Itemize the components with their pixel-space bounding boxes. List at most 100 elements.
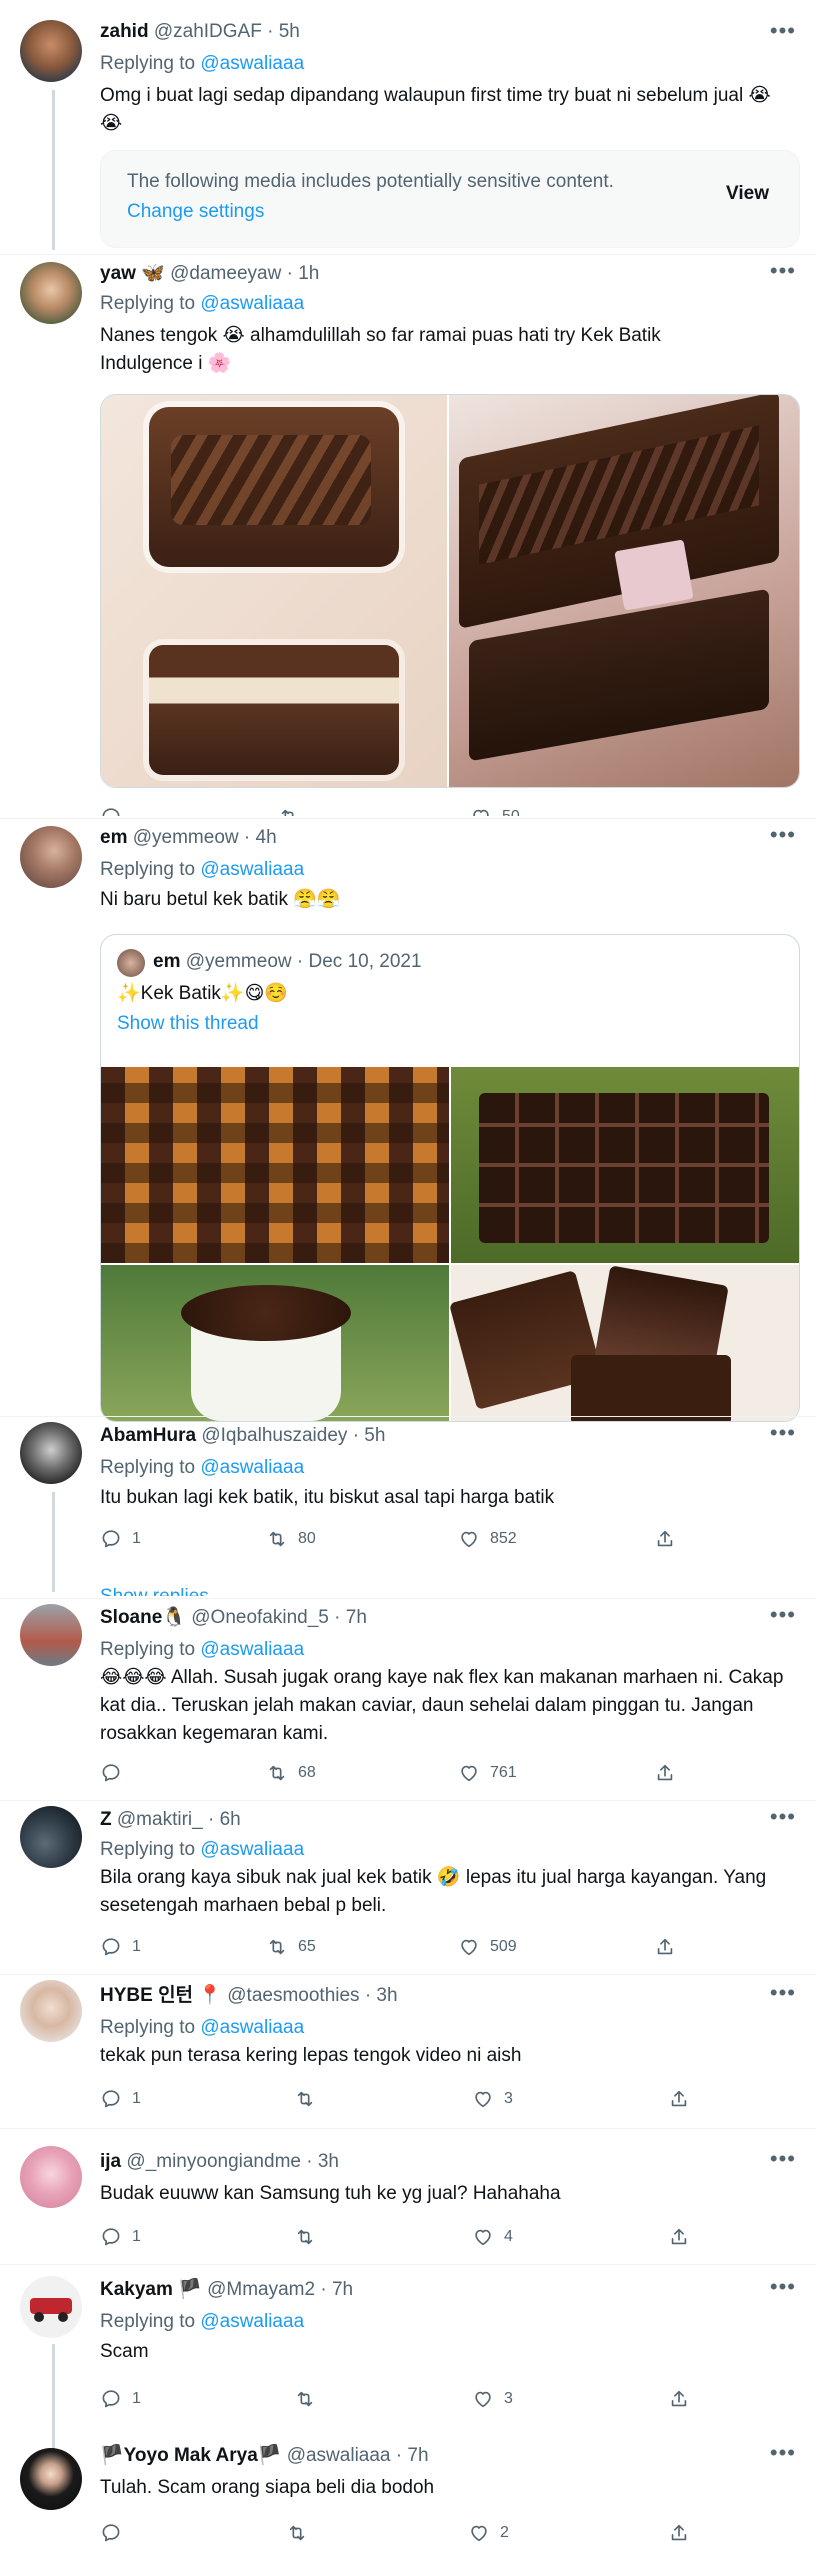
mention-link[interactable]: @aswaliaaa — [200, 53, 304, 74]
avatar[interactable] — [20, 2448, 82, 2510]
mention-link[interactable]: @aswaliaaa — [200, 2017, 304, 2038]
timestamp[interactable]: · 7h — [334, 1607, 367, 1628]
author-row[interactable]: em @yemmeow · 4h — [100, 826, 277, 850]
display-name[interactable]: zahid — [100, 21, 149, 42]
handle[interactable]: @aswaliaaa — [287, 2445, 391, 2466]
mention-link[interactable]: @aswaliaaa — [200, 1457, 304, 1478]
display-name[interactable]: ija — [100, 2151, 121, 2172]
reply-icon[interactable] — [100, 806, 122, 816]
avatar[interactable] — [20, 2146, 82, 2208]
more-icon[interactable]: ••• — [770, 1602, 796, 1628]
timestamp[interactable]: · 3h — [306, 2151, 339, 2172]
share-button[interactable] — [668, 2226, 690, 2248]
handle[interactable]: @maktiri_ — [117, 1809, 203, 1830]
avatar[interactable] — [20, 1980, 82, 2042]
avatar[interactable] — [20, 1604, 82, 1666]
reply-button[interactable]: 1 — [100, 2088, 141, 2110]
retweet-button[interactable] — [294, 2388, 316, 2410]
timestamp[interactable]: · 1h — [287, 263, 320, 284]
media-photo[interactable] — [451, 1067, 799, 1263]
reply-button[interactable]: 1 — [100, 2388, 141, 2410]
timestamp[interactable]: · 6h — [208, 1809, 241, 1830]
handle[interactable]: @yemmeow — [133, 827, 239, 848]
more-icon[interactable]: ••• — [770, 822, 796, 848]
timestamp[interactable]: · 4h — [244, 827, 277, 848]
author-row[interactable]: Kakyam 🏴 @Mmayam2 · 7h — [100, 2278, 353, 2302]
display-name[interactable]: Sloane🐧 — [100, 1607, 186, 1628]
share-button[interactable] — [668, 2388, 690, 2410]
quote-date[interactable]: · Dec 10, 2021 — [297, 951, 422, 972]
more-icon[interactable]: ••• — [770, 1980, 796, 2006]
mention-link[interactable]: @aswaliaaa — [200, 1639, 304, 1660]
avatar[interactable] — [20, 2276, 82, 2338]
share-button[interactable] — [654, 1936, 676, 1958]
share-button[interactable] — [654, 1762, 676, 1784]
show-replies-link[interactable]: Show replies — [100, 1586, 209, 1596]
reply-button[interactable]: 1 — [100, 2226, 141, 2248]
mention-link[interactable]: @aswaliaaa — [200, 859, 304, 880]
show-thread-link[interactable]: Show this thread — [117, 1013, 259, 1035]
media-photo[interactable] — [448, 1265, 799, 1421]
media-photo[interactable] — [449, 395, 799, 787]
quote-name[interactable]: em — [153, 951, 180, 972]
timestamp[interactable]: · 5h — [353, 1425, 386, 1446]
author-row[interactable]: Sloane🐧 @Oneofakind_5 · 7h — [100, 1606, 367, 1630]
author-row[interactable]: Z @maktiri_ · 6h — [100, 1808, 241, 1832]
more-icon[interactable]: ••• — [770, 18, 796, 44]
retweet-button[interactable]: 68 — [266, 1762, 316, 1784]
reply-button[interactable]: 1 — [100, 1528, 141, 1550]
author-row[interactable]: 🏴Yoyo Mak Arya🏴 @aswaliaaa · 7h — [100, 2444, 429, 2468]
quote-handle[interactable]: @yemmeow — [186, 951, 292, 972]
media-photo[interactable] — [101, 395, 447, 787]
retweet-button[interactable] — [294, 2088, 316, 2110]
media-photo[interactable] — [101, 1067, 449, 1263]
author-row[interactable]: yaw 🦋 @dameeyaw · 1h — [100, 262, 319, 286]
handle[interactable]: @Iqbalhuszaidey — [201, 1425, 347, 1446]
avatar[interactable] — [20, 826, 82, 888]
display-name[interactable]: HYBE 인턴 📍 — [100, 1985, 222, 2006]
like-button[interactable]: 509 — [458, 1936, 517, 1958]
heart-icon[interactable]: 50 — [470, 806, 520, 816]
change-settings-link[interactable]: Change settings — [127, 201, 264, 223]
more-icon[interactable]: ••• — [770, 2274, 796, 2300]
more-icon[interactable]: ••• — [770, 2440, 796, 2466]
author-row[interactable]: AbamHura @Iqbalhuszaidey · 5h — [100, 1424, 385, 1448]
share-button[interactable] — [668, 2522, 690, 2544]
share-button[interactable] — [668, 2088, 690, 2110]
handle[interactable]: @_minyoongiandme — [126, 2151, 301, 2172]
retweet-button[interactable] — [286, 2522, 308, 2544]
retweet-button[interactable]: 65 — [266, 1936, 316, 1958]
like-button[interactable]: 3 — [472, 2088, 513, 2110]
quote-avatar[interactable] — [117, 949, 145, 977]
timestamp[interactable]: · 5h — [267, 21, 300, 42]
avatar[interactable] — [20, 20, 82, 82]
author-row[interactable]: HYBE 인턴 📍 @taesmoothies · 3h — [100, 1984, 398, 2008]
more-icon[interactable]: ••• — [770, 258, 796, 284]
tweet-media-grid[interactable] — [100, 394, 800, 788]
mention-link[interactable]: @aswaliaaa — [200, 2311, 304, 2332]
reply-button[interactable] — [100, 1762, 132, 1784]
timestamp[interactable]: · 7h — [396, 2445, 429, 2466]
reply-button[interactable] — [100, 2522, 122, 2544]
display-name[interactable]: AbamHura — [100, 1425, 196, 1446]
like-button[interactable]: 4 — [472, 2226, 513, 2248]
handle[interactable]: @taesmoothies — [227, 1985, 359, 2006]
view-button[interactable]: View — [726, 183, 769, 205]
display-name[interactable]: Kakyam 🏴 — [100, 2279, 202, 2300]
handle[interactable]: @Oneofakind_5 — [191, 1607, 329, 1628]
reply-button[interactable]: 1 — [100, 1936, 141, 1958]
more-icon[interactable]: ••• — [770, 1420, 796, 1446]
avatar[interactable] — [20, 262, 82, 324]
quoted-tweet[interactable]: em @yemmeow · Dec 10, 2021 ✨Kek Batik✨😋☺… — [100, 934, 800, 1422]
display-name[interactable]: Z — [100, 1809, 112, 1830]
display-name[interactable]: yaw 🦋 — [100, 263, 165, 284]
handle[interactable]: @zahIDGAF — [154, 21, 262, 42]
handle[interactable]: @dameeyaw — [170, 263, 281, 284]
display-name[interactable]: 🏴Yoyo Mak Arya🏴 — [100, 2445, 281, 2466]
more-icon[interactable]: ••• — [770, 2146, 796, 2172]
mention-link[interactable]: @aswaliaaa — [200, 1839, 304, 1860]
author-row[interactable]: ija @_minyoongiandme · 3h — [100, 2150, 339, 2174]
retweet-icon[interactable] — [278, 806, 300, 816]
like-button[interactable]: 761 — [458, 1762, 517, 1784]
avatar[interactable] — [20, 1806, 82, 1868]
